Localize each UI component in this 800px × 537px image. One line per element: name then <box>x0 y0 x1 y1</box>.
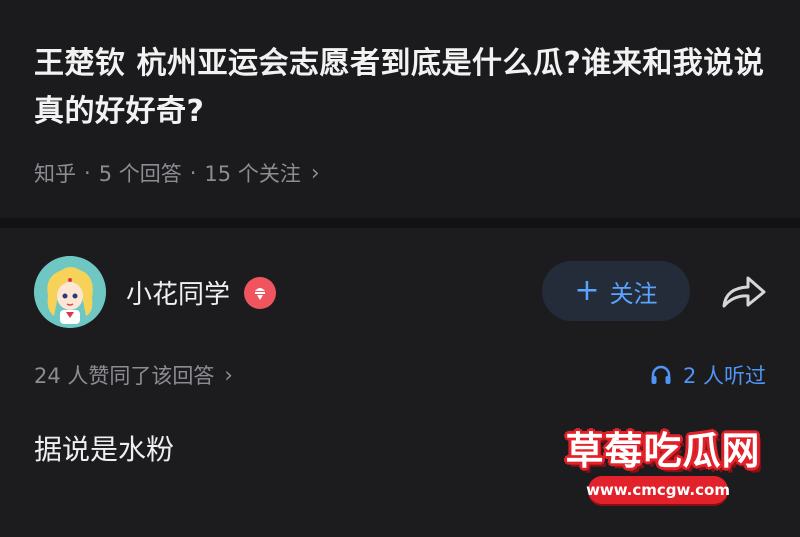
likes-row[interactable]: 24 人赞同了该回答 › <box>34 360 233 390</box>
share-icon[interactable] <box>718 272 768 312</box>
follow-label: 关注 <box>609 279 658 308</box>
meta-separator: · <box>189 161 197 185</box>
listens-row[interactable]: 2 人听过 <box>649 360 766 390</box>
section-divider <box>0 218 800 228</box>
badge-icon <box>244 276 277 309</box>
author-name[interactable]: 小花同学 <box>126 274 230 311</box>
answer-count: 5 个回答 <box>98 162 182 186</box>
source-label: 知乎 <box>34 162 76 186</box>
follow-button[interactable]: + 关注 <box>542 261 690 321</box>
avatar[interactable] <box>34 256 106 328</box>
plus-icon: + <box>574 273 600 308</box>
chevron-right-icon: › <box>224 363 233 387</box>
watermark-logo: 草莓吃瓜网 <box>565 429 761 473</box>
question-meta[interactable]: 知乎 · 5 个回答 · 15 个关注 › <box>34 158 320 188</box>
chevron-right-icon: › <box>310 160 320 186</box>
headphones-icon <box>651 365 671 384</box>
follower-count: 15 个关注 <box>204 162 301 186</box>
likes-count: 24 人赞同了该回答 <box>34 364 215 388</box>
answer-content[interactable]: 据说是水粉 <box>34 428 174 468</box>
watermark: 草莓吃瓜网 www.cmcgw.com <box>548 420 778 516</box>
listens-count: 2 人听过 <box>682 364 766 388</box>
author-row[interactable]: 小花同学 <box>126 274 277 311</box>
answer-card: 小花同学 + 关注 24 人赞同了该回答 › 2 人听过 据说是水粉 草莓吃瓜网 <box>0 228 800 537</box>
question-title[interactable]: 王楚钦 杭州亚运会志愿者到底是什么瓜?谁来和我说说真的好好奇? <box>34 40 774 136</box>
question-header: 王楚钦 杭州亚运会志愿者到底是什么瓜?谁来和我说说真的好好奇? 知乎 · 5 个… <box>0 0 800 218</box>
watermark-url: www.cmcgw.com <box>586 476 730 504</box>
meta-separator: · <box>84 161 91 185</box>
